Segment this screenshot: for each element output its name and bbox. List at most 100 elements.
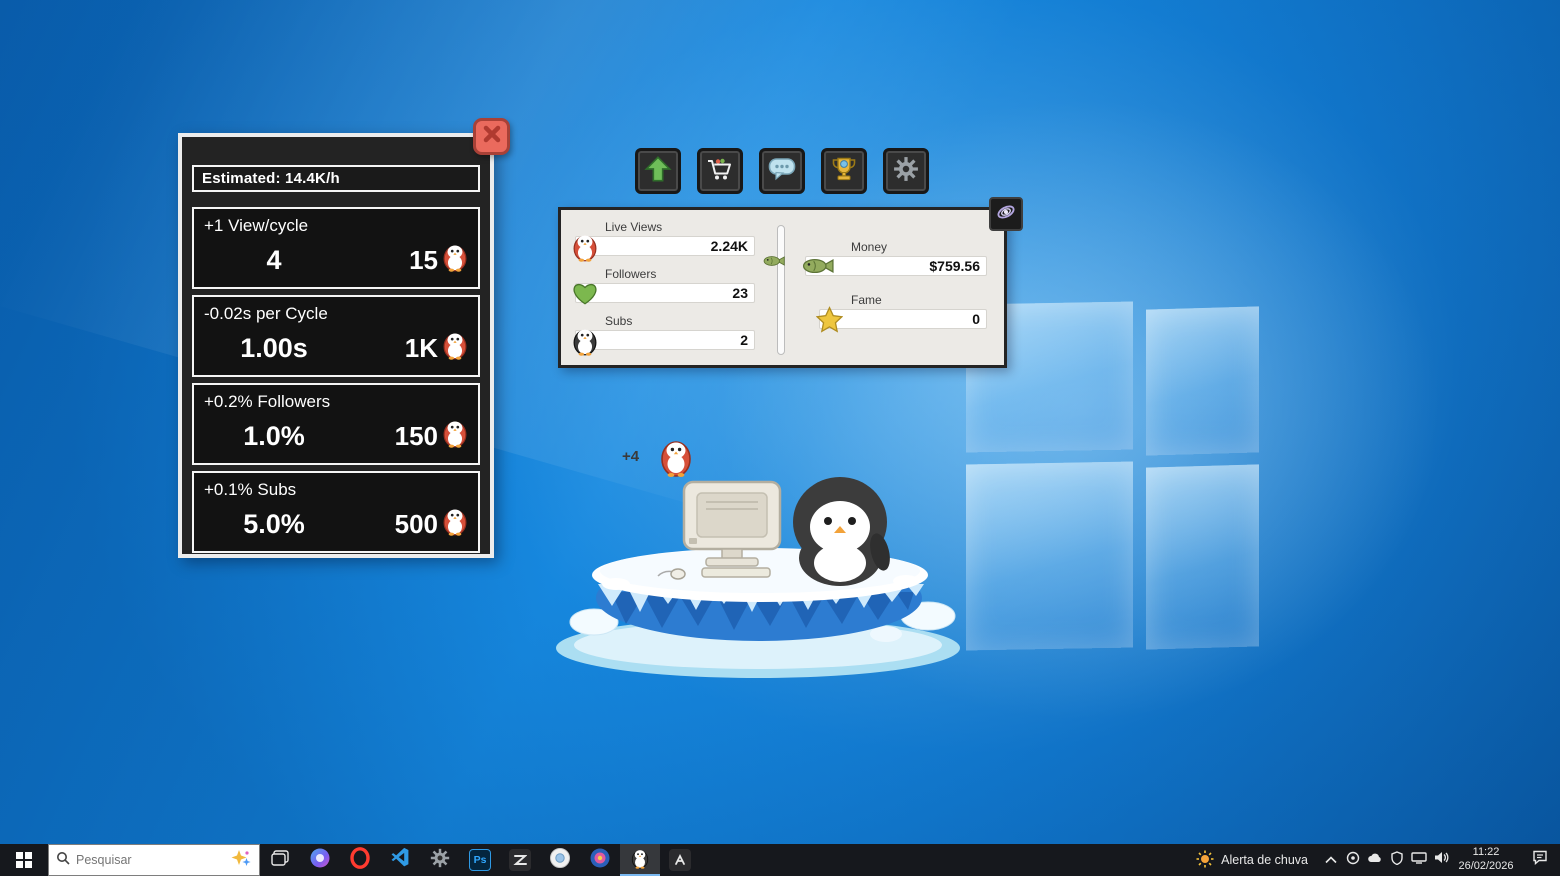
followers-value: 23 (732, 285, 748, 301)
shop-button[interactable] (697, 148, 743, 194)
upgrade-item-followers[interactable]: +0.2% Followers 1.0% 150 (192, 383, 480, 465)
upgrade-value: 1.0% (204, 421, 344, 452)
chevron-up-icon (1325, 851, 1337, 869)
clock-date: 26/02/2026 (1458, 860, 1513, 874)
taskbar-app-settings[interactable] (420, 844, 460, 876)
subs-value: 2 (740, 332, 748, 348)
task-view-button[interactable] (260, 844, 300, 876)
game-scene[interactable]: +4 (556, 434, 968, 686)
taskbar-app-photoshop[interactable]: Ps (460, 844, 500, 876)
followers-label: Followers (605, 267, 755, 281)
taskbar-app-vscode[interactable] (380, 844, 420, 876)
shield-icon (1391, 851, 1403, 870)
upgrade-item-views[interactable]: +1 View/cycle 4 15 (192, 207, 480, 289)
live-views-value: 2.24K (711, 238, 748, 254)
penguin-currency-icon (442, 329, 468, 367)
start-button[interactable] (0, 844, 48, 876)
chat-button[interactable] (759, 148, 805, 194)
taskbar: Ps (0, 844, 1560, 876)
windows-logo-pane (1146, 464, 1259, 649)
network-icon (1411, 851, 1427, 869)
taskbar-app-copilot[interactable] (300, 844, 340, 876)
fame-value: 0 (972, 311, 980, 327)
galaxy-button[interactable] (989, 197, 1023, 231)
browser-circle-icon (549, 847, 571, 874)
penguin-game-icon (631, 847, 649, 874)
settings-gear-icon (430, 848, 450, 873)
stat-followers: Followers 23 (575, 267, 755, 303)
status-circle-icon (1346, 851, 1360, 870)
desktop: Estimated: 14.4K/h +1 View/cycle 4 15 -0… (0, 0, 1560, 876)
upgrade-item-subs[interactable]: +0.1% Subs 5.0% 500 (192, 471, 480, 553)
star-fame-icon (816, 306, 843, 336)
taskbar-app-dark-2[interactable] (660, 844, 700, 876)
upgrade-cost: 1K (405, 333, 438, 364)
taskbar-app-media[interactable] (580, 844, 620, 876)
taskbar-app-opera[interactable] (340, 844, 380, 876)
gear-icon (893, 156, 919, 187)
fame-label: Fame (851, 293, 987, 307)
trophy-icon (830, 156, 858, 187)
upgrade-title: -0.02s per Cycle (204, 304, 468, 324)
action-center-button[interactable] (1520, 844, 1560, 876)
tray-expand-button[interactable] (1320, 844, 1342, 876)
upgrade-value: 1.00s (204, 333, 344, 364)
system-tray: Alerta de chuva (1184, 844, 1560, 876)
weather-widget[interactable]: Alerta de chuva (1184, 844, 1320, 876)
upgrade-value: 4 (204, 245, 344, 276)
stat-fame: Fame 0 (819, 293, 987, 329)
upgrade-cost: 500 (395, 509, 438, 540)
upgrade-title: +0.2% Followers (204, 392, 468, 412)
upgrade-cost: 15 (409, 245, 438, 276)
weather-alert-label: Alerta de chuva (1221, 853, 1308, 867)
close-button[interactable] (473, 118, 510, 155)
penguin-currency-icon (442, 241, 468, 279)
search-icon (56, 851, 70, 870)
fish-money-icon (802, 257, 834, 278)
taskbar-app-penguin-game[interactable] (620, 844, 660, 876)
clock-time: 11:22 (1473, 846, 1500, 860)
stat-live-views: Live Views 2.24K (575, 220, 755, 256)
fish-slider-marker-icon (763, 254, 785, 272)
up-arrow-icon (644, 155, 672, 188)
vscode-icon (389, 847, 411, 874)
tray-onedrive-button[interactable] (1364, 844, 1386, 876)
achievements-button[interactable] (821, 148, 867, 194)
estimated-rate: Estimated: 14.4K/h (192, 165, 480, 192)
close-icon (482, 124, 502, 149)
tray-network-button[interactable] (1408, 844, 1430, 876)
heart-icon (572, 282, 598, 309)
copilot-app-icon (309, 847, 331, 874)
search-input[interactable] (76, 853, 224, 867)
upgrades-button[interactable] (635, 148, 681, 194)
windows-start-icon (16, 852, 32, 868)
tray-status-button[interactable] (1342, 844, 1364, 876)
cart-icon (706, 156, 734, 187)
settings-button[interactable] (883, 148, 929, 194)
task-view-icon (271, 850, 289, 871)
tray-security-button[interactable] (1386, 844, 1408, 876)
stats-panel: Live Views 2.24K Followers 23 Subs 2 Mon… (558, 207, 1007, 368)
upgrade-item-cycle-speed[interactable]: -0.02s per Cycle 1.00s 1K (192, 295, 480, 377)
speech-bubble-icon (768, 157, 796, 186)
floating-gain-text: +4 (622, 448, 639, 465)
taskbar-app-browser[interactable] (540, 844, 580, 876)
photoshop-icon: Ps (469, 849, 491, 871)
penguin-currency-icon (442, 505, 468, 543)
taskbar-clock[interactable]: 11:22 26/02/2026 (1452, 844, 1520, 876)
stats-divider-slider[interactable] (777, 225, 785, 355)
upgrade-value: 5.0% (204, 509, 344, 540)
dark-app-icon (509, 849, 531, 871)
taskbar-search[interactable] (48, 844, 260, 876)
opera-icon (349, 847, 371, 874)
cloud-icon (1367, 851, 1383, 869)
money-value: $759.56 (929, 258, 980, 274)
notification-icon (1532, 850, 1548, 870)
windows-logo-pane (1146, 306, 1259, 455)
taskbar-app-dark-1[interactable] (500, 844, 540, 876)
media-circle-icon (589, 847, 611, 874)
penguin-currency-icon (442, 417, 468, 455)
upgrades-panel: Estimated: 14.4K/h +1 View/cycle 4 15 -0… (178, 133, 494, 558)
penguin-subs-icon (572, 325, 598, 359)
tray-volume-button[interactable] (1430, 844, 1452, 876)
